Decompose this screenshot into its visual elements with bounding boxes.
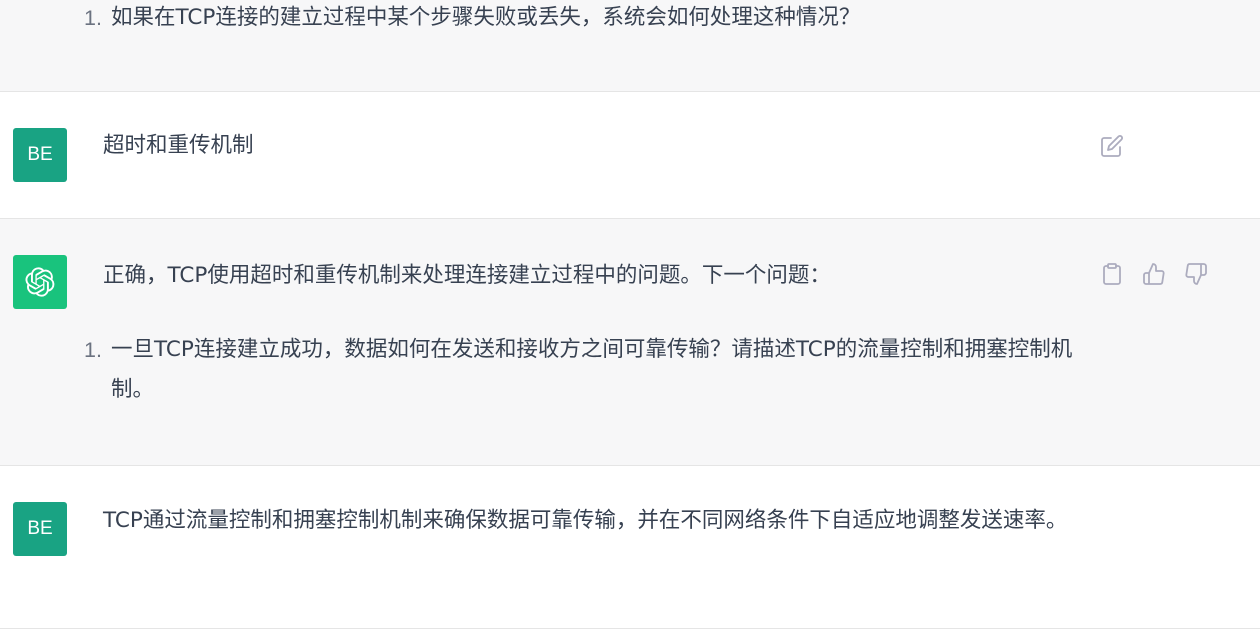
openai-logo-icon <box>13 255 67 309</box>
user-message-text: 超时和重传机制 <box>103 133 254 158</box>
list-number: 1. <box>84 6 102 30</box>
user-message: BE 超时和重传机制 <box>0 92 1260 219</box>
user-message: BE TCP通过流量控制和拥塞控制机制来确保数据可靠传输，并在不同网络条件下自适… <box>0 466 1260 629</box>
list-item: 1. 如果在TCP连接的建立过程中某个步骤失败或丢失，系统会如何处理这种情况？ <box>84 0 1074 38</box>
list-item-text: 一旦TCP连接建立成功，数据如何在发送和接收方之间可靠传输？请描述TCP的流量控… <box>111 337 1073 402</box>
clipboard-icon[interactable] <box>1099 261 1125 287</box>
thumbs-down-icon[interactable] <box>1183 261 1209 287</box>
assistant-message-text: 正确，TCP使用超时和重传机制来处理连接建立过程中的问题。下一个问题： <box>103 263 831 288</box>
list-item-text: 如果在TCP连接的建立过程中某个步骤失败或丢失，系统会如何处理这种情况？ <box>111 5 861 30</box>
assistant-message: 正确，TCP使用超时和重传机制来处理连接建立过程中的问题。下一个问题： 1. 一… <box>0 219 1260 466</box>
list-number: 1. <box>84 338 102 362</box>
user-avatar: BE <box>13 128 67 182</box>
user-message-text: TCP通过流量控制和拥塞控制机制来确保数据可靠传输，并在不同网络条件下自适应地调… <box>103 508 1068 533</box>
list-item: 1. 一旦TCP连接建立成功，数据如何在发送和接收方之间可靠传输？请描述TCP的… <box>84 330 1074 410</box>
edit-icon[interactable] <box>1099 133 1125 159</box>
assistant-message-previous: 1. 如果在TCP连接的建立过程中某个步骤失败或丢失，系统会如何处理这种情况？ <box>0 0 1260 92</box>
user-avatar: BE <box>13 502 67 556</box>
thumbs-up-icon[interactable] <box>1141 261 1167 287</box>
